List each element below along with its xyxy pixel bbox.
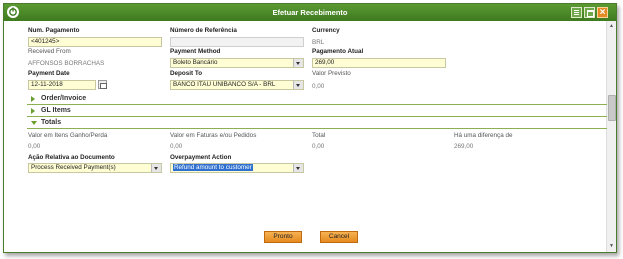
itens-ganho-label: Valor em Itens Ganho/Perda — [28, 132, 108, 139]
section-order-invoice[interactable]: Order/Invoice — [27, 95, 607, 105]
faturas-pedidos-label: Valor em Faturas e/ou Pedidos — [170, 132, 257, 139]
numero-referencia-label: Número de Referência — [170, 27, 237, 34]
total-label: Total — [312, 132, 326, 139]
section-gl-items-label: GL Items — [41, 107, 71, 114]
payment-method-value: Boleto Bancário — [173, 59, 218, 66]
pagamento-atual-field[interactable]: 269,00 — [312, 58, 446, 68]
faturas-pedidos-value: 0,00 — [170, 143, 183, 150]
calendar-icon[interactable] — [98, 80, 107, 89]
num-pagamento-field[interactable]: <401245> — [28, 37, 162, 47]
itens-ganho-value: 0,00 — [28, 143, 41, 150]
menu-icon[interactable] — [571, 7, 582, 18]
deposit-to-select[interactable]: BANCO ITAU UNIBANCO S/A - BRL — [170, 80, 304, 90]
received-from-label: Received From — [28, 48, 71, 55]
scrollbar-thumb[interactable] — [608, 95, 616, 121]
close-icon[interactable]: × — [597, 7, 608, 18]
currency-value: BRL — [312, 39, 325, 46]
acao-relativa-select[interactable]: Process Received Payment(s) — [28, 163, 162, 173]
received-from-value: AFFONSOS BORRACHAS — [28, 60, 105, 67]
deposit-to-label: Deposit To — [170, 70, 203, 77]
payment-date-field[interactable]: 12-11-2018 — [28, 80, 96, 90]
payment-date-label: Payment Date — [28, 70, 70, 77]
overpayment-select[interactable]: Refund amount to customer — [170, 163, 304, 173]
deposit-to-value: BANCO ITAU UNIBANCO S/A - BRL — [173, 81, 276, 88]
scroll-up-icon[interactable]: ▲ — [608, 23, 615, 30]
diferenca-value: 269,00 — [454, 143, 474, 150]
section-totals-label: Totals — [41, 119, 62, 126]
receive-payment-dialog: Efetuar Recebimento × ▲ ▼ Num. Pagamento… — [3, 3, 617, 253]
overpayment-label: Overpayment Action — [170, 154, 232, 161]
chevron-down-icon[interactable] — [293, 59, 303, 67]
dialog-title: Efetuar Recebimento — [272, 8, 348, 17]
section-totals[interactable]: Totals — [27, 119, 607, 129]
overpayment-value: Refund amount to customer — [173, 164, 253, 171]
payment-method-label: Payment Method — [170, 48, 221, 55]
vertical-scrollbar[interactable]: ▲ ▼ — [606, 21, 616, 252]
chevron-right-icon — [31, 108, 35, 114]
valor-previsto-value: 0,00 — [312, 83, 325, 90]
chevron-down-icon[interactable] — [293, 81, 303, 89]
chevron-down-icon[interactable] — [151, 164, 161, 172]
maximize-icon[interactable] — [584, 7, 595, 18]
chevron-down-icon — [31, 121, 37, 125]
diferenca-label: Há uma diferença de — [454, 132, 513, 139]
acao-relativa-value: Process Received Payment(s) — [31, 164, 116, 171]
currency-label: Currency — [312, 27, 340, 34]
num-pagamento-label: Num. Pagamento — [28, 27, 80, 34]
valor-previsto-label: Valor Previsto — [312, 70, 351, 77]
pagamento-atual-label: Pagamento Atual — [312, 48, 364, 55]
payment-method-select[interactable]: Boleto Bancário — [170, 58, 304, 68]
total-value: 0,00 — [312, 143, 325, 150]
section-gl-items[interactable]: GL Items — [27, 107, 607, 117]
numero-referencia-field[interactable] — [170, 37, 304, 47]
section-order-invoice-label: Order/Invoice — [41, 95, 87, 102]
pronto-button[interactable]: Pronto — [264, 231, 302, 243]
acao-relativa-label: Ação Relativa ao Documento — [28, 154, 115, 161]
cancel-button[interactable]: Cancel — [320, 231, 358, 243]
chevron-right-icon — [31, 96, 35, 102]
scroll-down-icon[interactable]: ▼ — [608, 243, 615, 250]
title-bar: Efetuar Recebimento × — [4, 4, 616, 21]
chevron-down-icon[interactable] — [293, 164, 303, 172]
